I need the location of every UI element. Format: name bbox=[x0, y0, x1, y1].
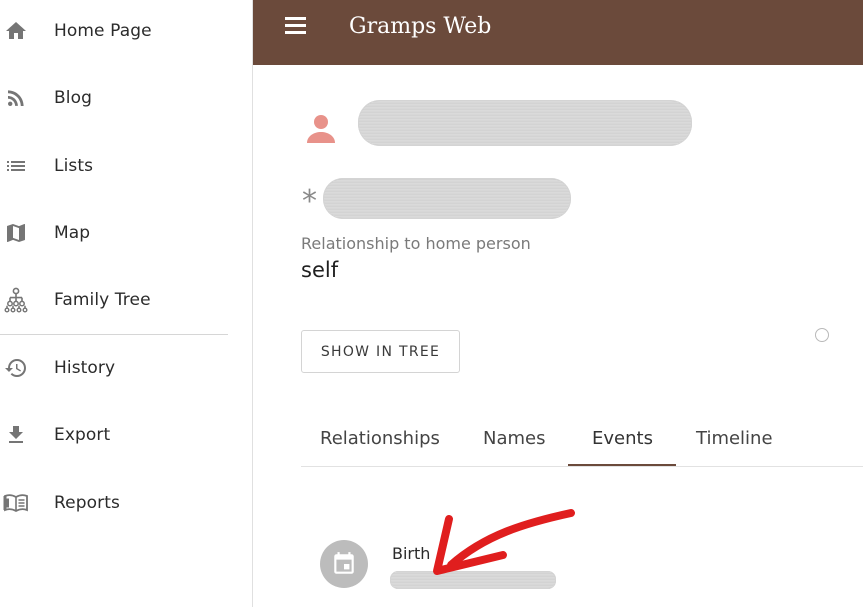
redacted-event-details bbox=[390, 571, 556, 589]
app-root: Home Page Blog Lists Map Family Tree His… bbox=[0, 0, 863, 607]
sidebar-item-home[interactable]: Home Page bbox=[0, 6, 252, 56]
map-icon bbox=[3, 220, 29, 246]
download-icon bbox=[3, 422, 29, 448]
calendar-icon bbox=[320, 540, 368, 588]
sidebar-item-label: Map bbox=[54, 223, 91, 243]
home-icon bbox=[3, 18, 29, 44]
sidebar-item-label: History bbox=[54, 358, 116, 378]
book-icon bbox=[3, 490, 29, 516]
show-in-tree-button[interactable]: SHOW IN TREE bbox=[301, 330, 460, 373]
app-title: Gramps Web bbox=[349, 14, 492, 39]
list-icon bbox=[3, 153, 29, 179]
sidebar-item-export[interactable]: Export bbox=[0, 410, 252, 460]
tab-events[interactable]: Events bbox=[592, 410, 653, 467]
sidebar-item-blog[interactable]: Blog bbox=[0, 73, 252, 123]
active-tab-indicator bbox=[568, 464, 676, 466]
relationship-value: self bbox=[301, 258, 339, 282]
sidebar-divider bbox=[0, 334, 228, 335]
sidebar-item-label: Reports bbox=[54, 493, 120, 513]
tab-names[interactable]: Names bbox=[483, 410, 545, 467]
birth-marker: * bbox=[302, 184, 317, 219]
app-header: Gramps Web bbox=[253, 0, 863, 65]
sidebar-item-family-tree[interactable]: Family Tree bbox=[0, 275, 252, 325]
sidebar-item-label: Lists bbox=[54, 156, 94, 176]
person-icon bbox=[306, 113, 336, 145]
event-title[interactable]: Birth bbox=[392, 544, 430, 563]
sidebar-item-label: Home Page bbox=[54, 21, 152, 41]
history-icon bbox=[3, 355, 29, 381]
sidebar-item-label: Export bbox=[54, 425, 111, 445]
menu-icon[interactable] bbox=[285, 17, 309, 37]
rss-icon bbox=[3, 85, 29, 111]
tab-relationships[interactable]: Relationships bbox=[320, 410, 440, 467]
sidebar-item-lists[interactable]: Lists bbox=[0, 141, 252, 191]
sidebar: Home Page Blog Lists Map Family Tree His… bbox=[0, 0, 253, 607]
radio-toggle[interactable] bbox=[815, 328, 829, 342]
sidebar-item-map[interactable]: Map bbox=[0, 208, 252, 258]
redacted-person-name bbox=[358, 100, 692, 146]
sidebar-item-history[interactable]: History bbox=[0, 343, 252, 393]
relationship-label: Relationship to home person bbox=[301, 234, 531, 253]
sidebar-item-label: Blog bbox=[54, 88, 92, 108]
sidebar-item-reports[interactable]: Reports bbox=[0, 478, 252, 528]
redacted-birth-info bbox=[323, 178, 571, 219]
person-tabs: Relationships Names Events Timeline bbox=[301, 410, 863, 467]
tab-timeline[interactable]: Timeline bbox=[696, 410, 773, 467]
family-tree-icon bbox=[3, 287, 29, 313]
sidebar-item-label: Family Tree bbox=[54, 290, 151, 310]
